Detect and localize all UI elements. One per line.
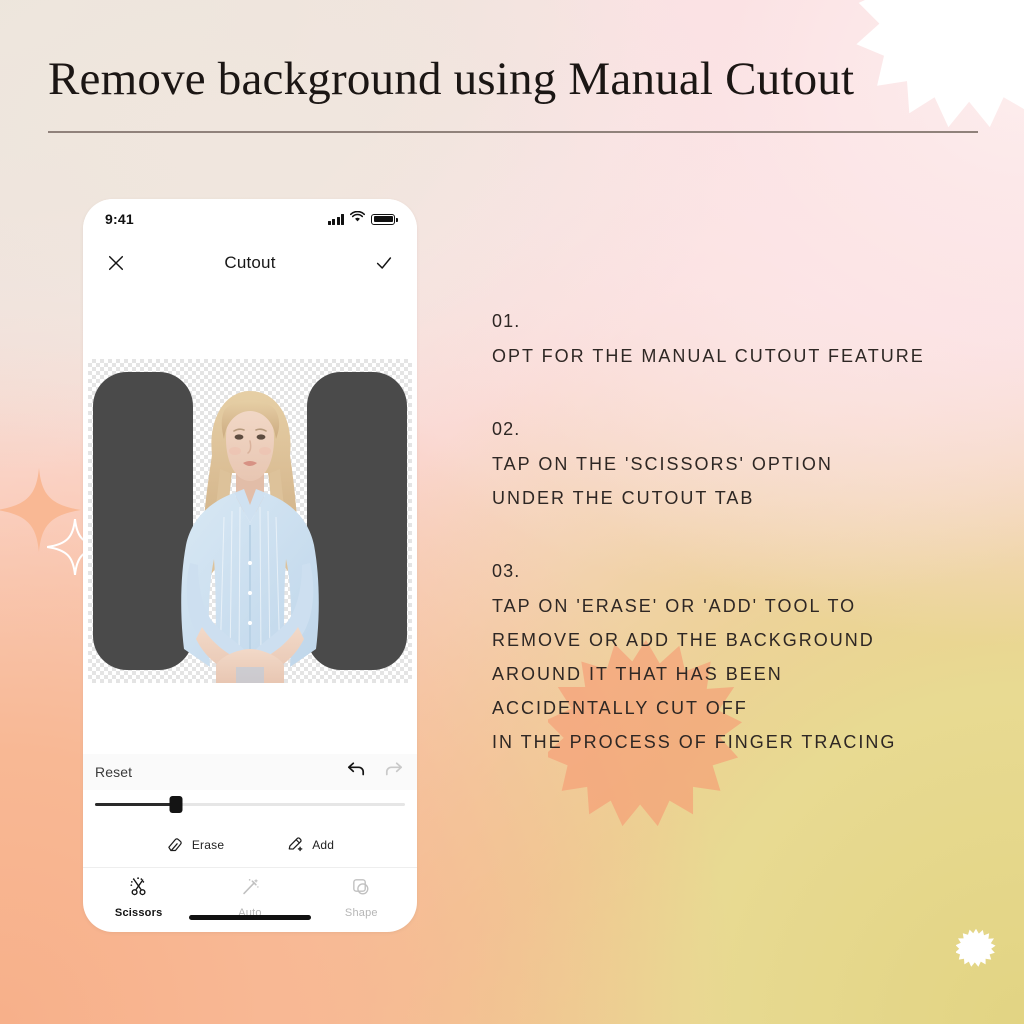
step-number: 03. [492,561,521,581]
nav-bar: Cutout [83,239,417,287]
add-tool-label: Add [312,838,335,852]
step-item: 02. TAP ON THE 'SCISSORS' OPTION UNDER T… [492,411,992,515]
subject-photo [181,391,319,683]
step-item: 03. TAP ON 'ERASE' OR 'ADD' TOOL TO REMO… [492,553,992,759]
step-line: TAP ON 'ERASE' OR 'ADD' TOOL TO [492,596,857,616]
tab-scissors[interactable]: Scissors [83,876,194,919]
steps-list: 01. OPT FOR THE MANUAL CUTOUT FEATURE 02… [492,303,992,759]
step-line: IN THE PROCESS OF FINGER TRACING [492,732,897,752]
step-item: 01. OPT FOR THE MANUAL CUTOUT FEATURE [492,303,992,373]
undo-icon[interactable] [345,761,367,784]
signal-bars-icon [327,213,344,225]
title-divider [48,131,978,133]
reset-button[interactable]: Reset [95,764,132,780]
history-controls [345,761,405,784]
step-line: ACCIDENTALLY CUT OFF [492,698,748,718]
eraser-icon [166,835,184,856]
cutout-canvas[interactable] [88,359,412,683]
step-line: OPT FOR THE MANUAL CUTOUT FEATURE [492,346,925,366]
step-line: TAP ON THE 'SCISSORS' OPTION [492,454,833,474]
status-bar: 9:41 [83,199,417,239]
slider-fill [95,803,176,806]
shapes-icon [350,876,372,901]
scissors-icon [128,876,150,901]
erase-tool-label: Erase [191,838,225,852]
step-line: AROUND IT THAT HAS BEEN [492,664,783,684]
phone-mockup: 9:41 Cutout Reset Erase Add Scissors Aut… [83,199,417,932]
magic-wand-icon [239,876,261,901]
tab-auto[interactable]: Auto [194,876,305,919]
check-icon[interactable] [371,250,397,276]
tab-scissors-label: Scissors [114,906,163,919]
status-icons [327,210,398,228]
page-title-cutout: Cutout [224,253,276,272]
tools-row: Erase Add [83,824,417,866]
tab-shape-label: Shape [344,906,378,919]
reset-row: Reset [83,754,417,790]
erase-tool-button[interactable]: Erase [166,835,224,856]
battery-icon [371,213,398,225]
close-icon[interactable] [103,250,129,276]
brush-size-slider[interactable] [95,796,405,813]
redo-icon[interactable] [383,761,405,784]
sunburst-bottom-right [956,928,996,968]
page-title: Remove background using Manual Cutout [48,53,855,105]
slider-handle[interactable] [169,796,183,813]
step-line: UNDER THE CUTOUT TAB [492,488,755,508]
status-time: 9:41 [105,211,134,227]
wifi-icon [349,210,366,228]
home-indicator [189,915,311,920]
poster-canvas: Remove background using Manual Cutout 01… [0,0,1024,1024]
step-number: 01. [492,311,521,331]
pen-plus-icon [286,835,304,856]
tab-shape[interactable]: Shape [306,876,417,919]
add-tool-button[interactable]: Add [286,835,334,856]
step-line: REMOVE OR ADD THE BACKGROUND [492,630,875,650]
step-number: 02. [492,419,521,439]
